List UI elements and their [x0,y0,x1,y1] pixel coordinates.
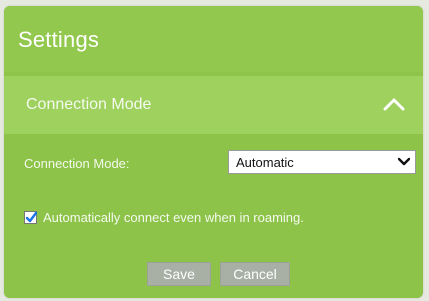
connection-mode-section-header[interactable]: Connection Mode [4,76,423,134]
cancel-button[interactable]: Cancel [220,262,290,286]
connection-mode-value: Automatic [236,155,294,170]
roaming-checkbox[interactable] [24,211,38,224]
save-button[interactable]: Save [147,262,211,286]
page-title: Settings [18,27,100,52]
chevron-down-icon [398,157,410,166]
chevron-up-icon[interactable] [383,96,405,112]
section-title: Connection Mode [26,96,152,113]
connection-mode-label: Connection Mode: [24,156,130,171]
settings-panel: Settings Connection Mode Connection Mode… [4,6,423,298]
roaming-checkbox-label[interactable]: Automatically connect even when in roami… [43,210,304,225]
connection-mode-select[interactable]: Automatic [228,150,416,174]
title-bar: Settings [4,6,423,72]
checkmark-icon [25,211,38,223]
connection-mode-form: Connection Mode: Automatic Automatically… [4,134,423,298]
